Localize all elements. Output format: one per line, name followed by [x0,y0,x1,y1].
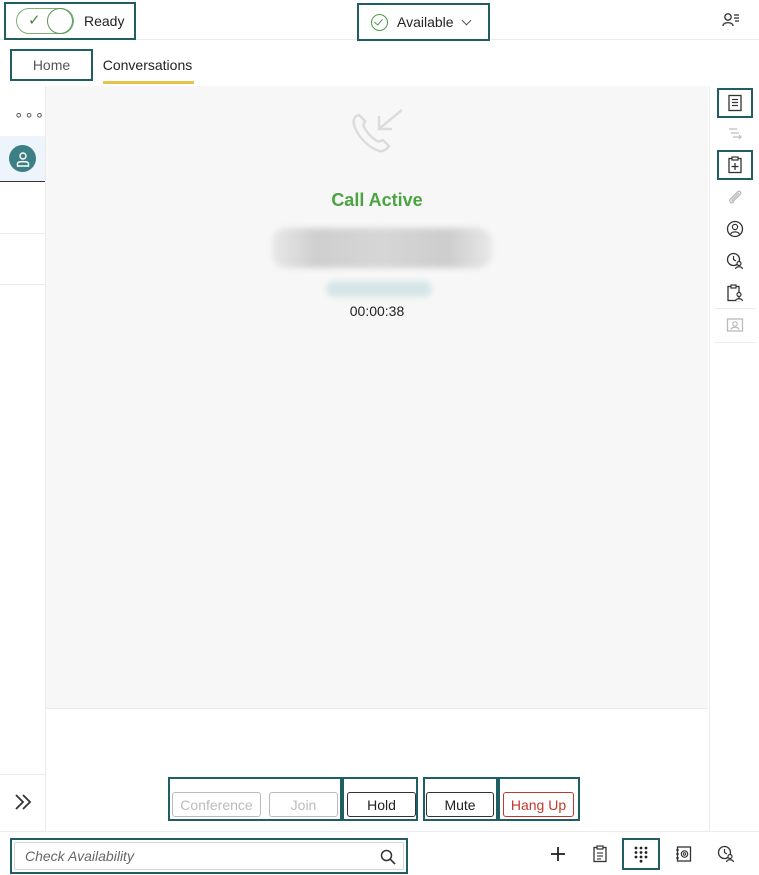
divider [0,284,45,285]
call-panel: Call Active 00:00:38 [46,86,708,708]
add-task-button[interactable] [717,150,753,180]
conference-join-group: Conference Join [168,777,342,821]
tab-conversations[interactable]: Conversations [101,49,194,84]
contact-icon [726,220,744,238]
plus-icon [551,847,565,861]
caller-number-redacted [326,281,432,297]
mute-group: Mute [423,777,498,821]
toggle-knob [47,8,73,34]
dialpad-icon [634,846,648,863]
address-book-icon [676,846,692,862]
search-icon[interactable] [380,849,396,865]
agent-status-icon [726,252,744,270]
new-conversation-button[interactable] [548,844,568,864]
divider [0,233,45,234]
notes-button[interactable] [717,88,753,118]
availability-label: Available [397,14,454,30]
user-icon [16,151,29,167]
ready-label: Ready [84,13,125,29]
agent-availability-button[interactable] [716,844,736,864]
tab-home[interactable]: Home [10,49,93,81]
clipboard-button[interactable] [590,844,610,864]
divider [714,308,756,309]
join-button[interactable]: Join [269,792,338,817]
notes-icon [728,94,742,112]
left-rail: ∘∘∘ [0,86,46,831]
right-rail [709,86,759,831]
hang-up-group: Hang Up [498,777,580,821]
avatar [9,145,36,172]
agent-status-button[interactable] [717,246,753,276]
ready-toggle[interactable]: ✓ Ready [4,2,136,40]
check-icon: ✓ [28,12,41,29]
caller-name-redacted [272,228,492,268]
contact-button[interactable] [717,214,753,244]
availability-search [10,838,408,874]
dialpad-button[interactable] [622,838,660,870]
tab-bar: Home Conversations [0,40,759,86]
conference-button[interactable]: Conference [172,792,261,817]
check-availability-input[interactable] [14,842,404,870]
address-book-button[interactable] [674,844,694,864]
divider [0,774,45,775]
mute-button[interactable]: Mute [426,792,494,817]
list-button[interactable] [717,119,753,149]
attachment-button[interactable] [717,182,753,212]
incoming-call-icon [352,109,403,153]
hold-group: Hold [342,777,418,821]
profile-card-icon [726,318,744,332]
list-icon [729,128,742,140]
agent-availability-icon [717,845,735,863]
clipboard-user-icon [727,284,744,302]
toggle-switch[interactable]: ✓ [16,8,74,34]
more-options-icon[interactable]: ∘∘∘ [14,106,45,124]
bottom-bar [0,831,759,875]
conversation-item[interactable] [0,136,45,182]
availability-dropdown[interactable]: Available [357,3,490,41]
chevron-down-icon [461,15,472,25]
expand-panel-icon[interactable] [13,792,33,812]
add-task-icon [728,156,742,174]
call-status: Call Active [331,190,423,210]
top-bar: ✓ Ready Available [0,0,759,41]
hang-up-button[interactable]: Hang Up [503,792,574,817]
available-check-icon [371,13,388,31]
divider [714,342,756,343]
hold-button[interactable]: Hold [347,792,416,817]
clipboard-icon [593,845,607,863]
call-timer: 00:00:38 [349,303,405,319]
attachment-icon [729,190,742,204]
clipboard-user-button[interactable] [717,278,753,308]
user-menu-icon[interactable] [722,11,740,29]
profile-card-button[interactable] [717,310,753,340]
